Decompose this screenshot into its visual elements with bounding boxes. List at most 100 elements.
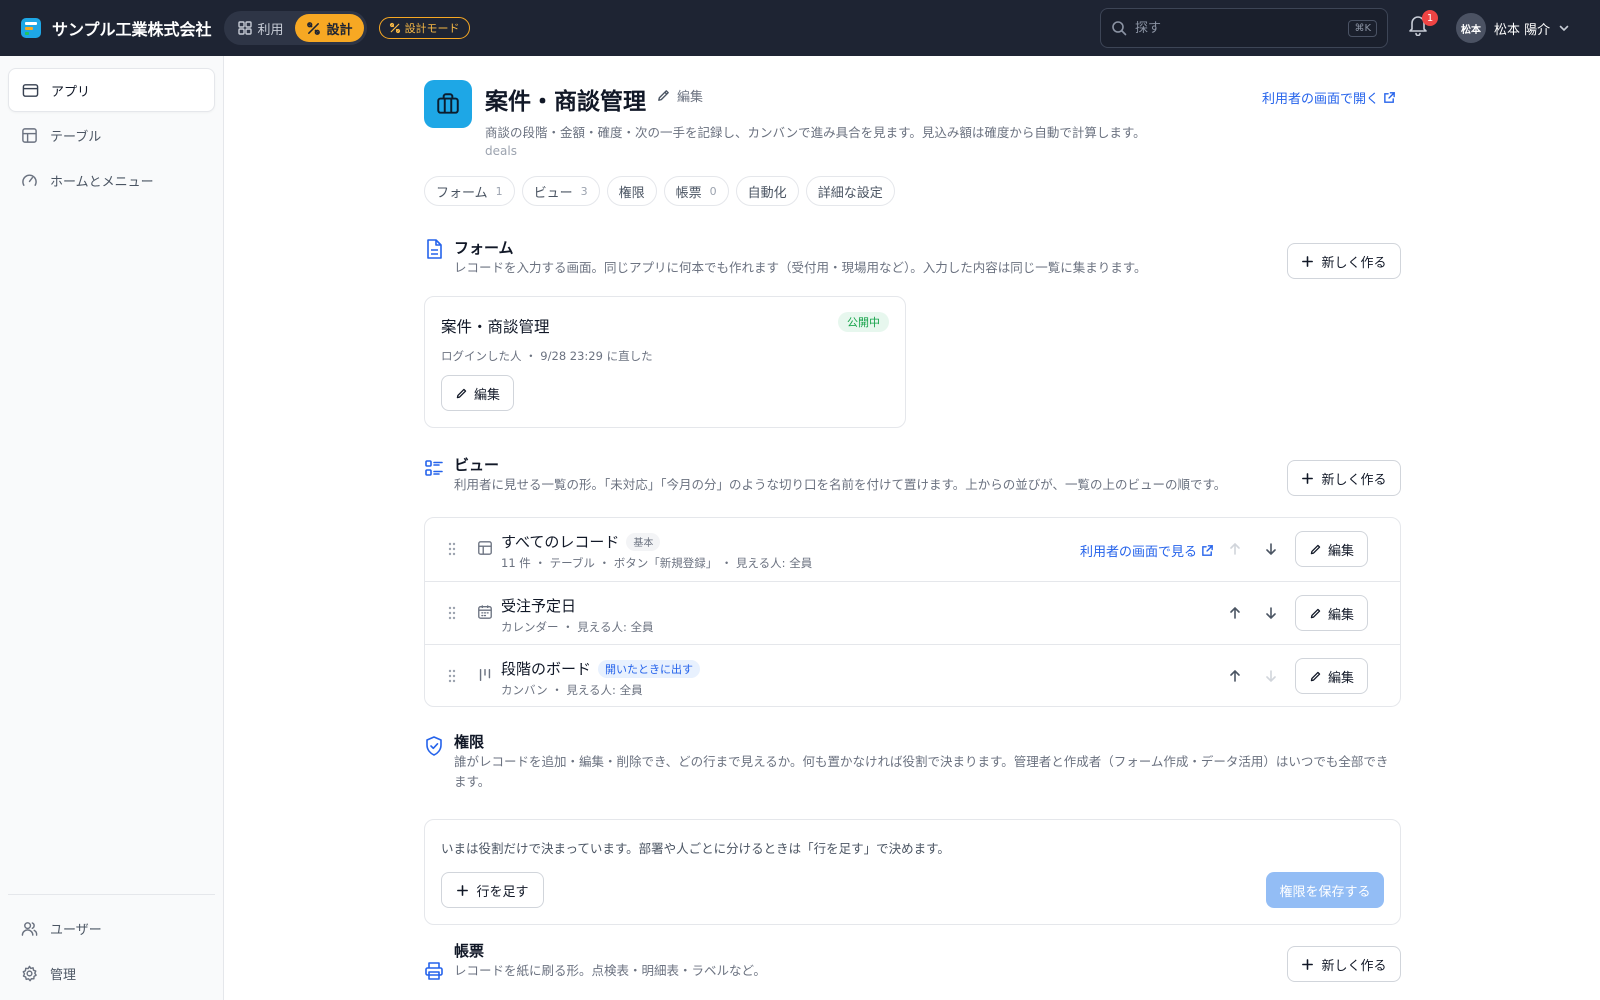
drag-handle-icon[interactable] <box>447 606 457 620</box>
arrow-down-icon[interactable] <box>1262 604 1280 622</box>
tab-count: 3 <box>580 184 588 198</box>
tab-views[interactable]: ビュー 3 <box>521 176 600 206</box>
view-tag: 開いたときに出す <box>598 659 701 678</box>
sidebar-item-label: 管理 <box>50 967 77 983</box>
drag-handle-icon[interactable] <box>447 669 457 683</box>
user-menu[interactable]: 松本 松本 陽介 <box>1456 12 1570 44</box>
report-section-title: 帳票 <box>454 942 485 960</box>
tab-advanced-settings[interactable]: 詳細な設定 <box>805 176 895 206</box>
avatar: 松本 <box>1456 13 1486 43</box>
perm-section-description: 誰がレコードを追加・編集・削除でき、どの行まで見えるか。何も置かなければ役割で決… <box>454 754 1389 789</box>
page-title: 案件・商談管理 <box>485 89 646 115</box>
brand[interactable]: サンプル工業株式会社 <box>20 16 212 40</box>
view-open-link[interactable]: 利用者の画面で見る <box>1080 541 1214 560</box>
form-section-title: フォーム <box>454 239 514 257</box>
mode-design-button[interactable]: 設計 <box>294 14 364 42</box>
add-row-label: 行を足す <box>476 884 529 900</box>
title-edit-button[interactable]: 編集 <box>656 86 703 105</box>
report-section-description: レコードを紙に刷る形。点検表・明細表・ラベルなど。 <box>454 963 766 978</box>
calendar-icon <box>478 605 492 619</box>
search-input[interactable] <box>1135 20 1349 36</box>
table-icon <box>22 127 37 143</box>
view-section-title: ビュー <box>454 456 500 474</box>
list-item: 段階のボード 開いたときに出す カンバン ・ 見える人: 全員 編集 <box>425 644 1400 707</box>
sidebar-item-admin[interactable]: 管理 <box>8 951 215 995</box>
tab-count: 0 <box>709 184 717 198</box>
form-edit-button[interactable]: 編集 <box>441 375 514 411</box>
plus-icon <box>1302 472 1314 484</box>
pencil-icon <box>456 388 467 398</box>
tab-forms[interactable]: フォーム 1 <box>424 176 515 206</box>
app-key: deals <box>485 144 517 158</box>
design-mode-label: 設計モード <box>404 22 460 35</box>
brand-logo-icon <box>21 18 41 38</box>
tab-label: フォーム <box>436 185 488 201</box>
shield-check-icon <box>426 736 442 756</box>
notification-button[interactable]: 1 <box>1408 10 1438 40</box>
add-row-button[interactable]: 行を足す <box>441 872 544 908</box>
tab-reports[interactable]: 帳票 0 <box>663 176 729 206</box>
list-item: 受注予定日 カレンダー ・ 見える人: 全員 編集 <box>425 581 1400 644</box>
tab-label: ビュー <box>533 185 573 201</box>
main-content: 案件・商談管理 編集 利用者の画面で開く 商談の段階・金額・確度・次の一手を記録… <box>224 56 1600 1000</box>
list-icon <box>425 460 443 476</box>
tools-icon <box>389 22 400 34</box>
open-user-label: 利用者の画面で開く <box>1262 92 1380 107</box>
view-edit-label: 編集 <box>1327 543 1354 559</box>
view-edit-label: 編集 <box>1327 670 1354 686</box>
document-icon <box>427 239 442 259</box>
brand-name: サンプル工業株式会社 <box>52 20 212 39</box>
permission-status: いまは役割だけで決まっています。部署や人ごとに分けるときは「行を足す」で決めます… <box>441 841 950 856</box>
sidebar-item-tables[interactable]: テーブル <box>8 113 215 157</box>
chevron-down-icon <box>1559 25 1569 32</box>
form-card: 案件・商談管理 公開中 ログインした人 ・ 9/28 23:29 に直した 編集 <box>424 296 906 428</box>
pencil-icon <box>658 90 669 101</box>
arrow-up-icon[interactable] <box>1226 667 1244 685</box>
open-user-screen-link[interactable]: 利用者の画面で開く <box>1262 88 1396 107</box>
sidebar-item-label: ユーザー <box>50 922 102 938</box>
view-name-label: すべてのレコード <box>501 533 620 551</box>
sidebar-item-users[interactable]: ユーザー <box>8 906 215 950</box>
new-report-button[interactable]: 新しく作る <box>1287 946 1401 982</box>
save-permissions-button[interactable]: 権限を保存する <box>1266 872 1384 908</box>
view-edit-button[interactable]: 編集 <box>1295 658 1368 694</box>
view-section-description: 利用者に見せる一覧の形。「未対応」「今月の分」のような切り口を名前を付けて置けま… <box>454 477 1227 492</box>
title-edit-label: 編集 <box>677 90 704 105</box>
tab-permissions[interactable]: 権限 <box>606 176 657 206</box>
view-edit-button[interactable]: 編集 <box>1295 595 1368 631</box>
sidebar-item-apps[interactable]: アプリ <box>8 68 215 112</box>
sidebar-divider <box>8 894 215 895</box>
mode-use-button[interactable]: 利用 <box>227 14 295 42</box>
arrow-up-icon[interactable] <box>1226 604 1244 622</box>
drag-handle-icon[interactable] <box>447 542 457 556</box>
sidebar-item-label: ホームとメニュー <box>50 174 154 190</box>
app-description: 商談の段階・金額・確度・次の一手を記録し、カンバンで進み具合を見ます。見込み額は… <box>485 125 1146 140</box>
view-tag: 基本 <box>626 532 661 551</box>
list-item: すべてのレコード 基本 11 件 ・ テーブル ・ ボタン「新規登録」 ・ 見え… <box>425 518 1400 581</box>
sidebar-item-home-menu[interactable]: ホームとメニュー <box>8 158 215 202</box>
view-open-label: 利用者の画面で見る <box>1080 545 1198 560</box>
tools-icon <box>306 21 320 35</box>
new-view-label: 新しく作る <box>1321 472 1387 488</box>
view-edit-button[interactable]: 編集 <box>1295 531 1368 567</box>
new-report-label: 新しく作る <box>1321 958 1387 974</box>
external-link-icon <box>1384 92 1395 103</box>
view-name-label: 受注予定日 <box>501 597 577 615</box>
tab-automation[interactable]: 自動化 <box>735 176 799 206</box>
new-view-button[interactable]: 新しく作る <box>1287 460 1401 496</box>
pencil-icon <box>1310 544 1321 554</box>
view-meta: カンバン ・ 見える人: 全員 <box>501 683 643 697</box>
sidebar-item-label: アプリ <box>51 84 91 100</box>
status-badge: 公開中 <box>838 312 889 332</box>
printer-icon <box>425 962 443 980</box>
briefcase-icon <box>437 93 459 114</box>
form-card-meta: ログインした人 ・ 9/28 23:29 に直した <box>441 349 653 363</box>
search-icon <box>1112 21 1127 36</box>
arrow-up-icon[interactable] <box>1226 540 1244 558</box>
user-name: 松本 陽介 <box>1494 22 1551 38</box>
arrow-down-icon[interactable] <box>1262 667 1280 685</box>
arrow-down-icon[interactable] <box>1262 540 1280 558</box>
form-edit-label: 編集 <box>473 387 500 403</box>
new-form-button[interactable]: 新しく作る <box>1287 243 1401 279</box>
perm-section-title: 権限 <box>454 733 485 751</box>
